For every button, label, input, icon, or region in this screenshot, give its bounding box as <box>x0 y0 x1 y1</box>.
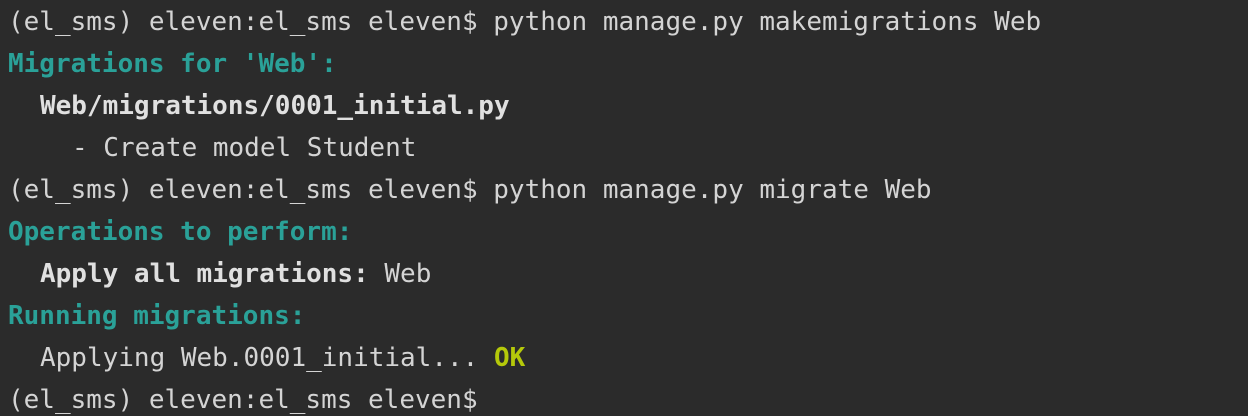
shell-prompt: (el_sms) eleven:el_sms eleven$ <box>8 385 478 415</box>
shell-prompt: (el_sms) eleven:el_sms eleven$ <box>8 7 478 37</box>
command-text: python manage.py makemigrations Web <box>493 7 1042 37</box>
output-applying: Applying Web.0001_initial... OK <box>8 337 1248 379</box>
command-line-migrate: (el_sms) eleven:el_sms eleven$ python ma… <box>8 169 1248 211</box>
migrations-for-label: Migrations for 'Web': <box>8 49 337 79</box>
output-migrations-header: Migrations for 'Web': <box>8 43 1248 85</box>
shell-prompt: (el_sms) eleven:el_sms eleven$ <box>8 175 478 205</box>
migration-file-path: Web/migrations/0001_initial.py <box>40 91 510 121</box>
command-text: python manage.py migrate Web <box>493 175 932 205</box>
apply-all-value: Web <box>384 259 432 289</box>
applying-text: Applying Web.0001_initial... <box>40 343 479 373</box>
output-operations-header: Operations to perform: <box>8 211 1248 253</box>
terminal-window[interactable]: (el_sms) eleven:el_sms eleven$ python ma… <box>0 0 1248 416</box>
create-model-text: - Create model Student <box>72 133 417 163</box>
command-line-makemigrations: (el_sms) eleven:el_sms eleven$ python ma… <box>8 1 1248 43</box>
output-apply-all: Apply all migrations: Web <box>8 253 1248 295</box>
running-migrations-label: Running migrations: <box>8 301 306 331</box>
output-migration-file: Web/migrations/0001_initial.py <box>8 85 1248 127</box>
output-running-header: Running migrations: <box>8 295 1248 337</box>
ok-status-badge: OK <box>493 343 526 373</box>
operations-label: Operations to perform: <box>8 217 353 247</box>
output-create-model: - Create model Student <box>8 127 1248 169</box>
apply-all-label: Apply all migrations: <box>40 259 369 289</box>
command-line-current[interactable]: (el_sms) eleven:el_sms eleven$ <box>8 379 1248 416</box>
